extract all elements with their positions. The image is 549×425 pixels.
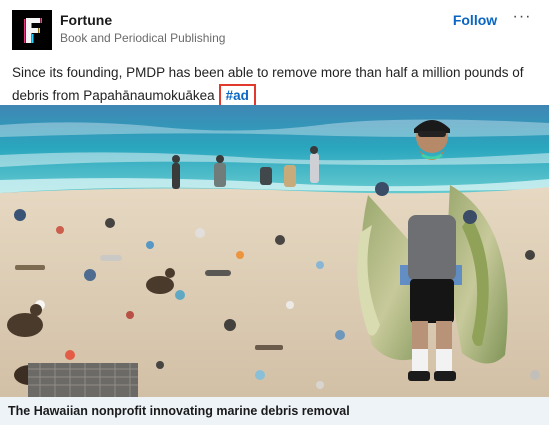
article-link-bar[interactable]: The Hawaiian nonprofit innovating marine… <box>0 397 549 425</box>
author-subtitle: Book and Periodical Publishing <box>60 31 226 45</box>
post-image[interactable] <box>0 105 549 397</box>
post-text: Since its founding, PMDP has been able t… <box>12 62 542 108</box>
article-title[interactable]: The Hawaiian nonprofit innovating marine… <box>8 404 350 418</box>
more-options-icon[interactable]: ··· <box>506 8 538 30</box>
post-header: Fortune Book and Periodical Publishing F… <box>0 0 549 58</box>
follow-button[interactable]: Follow <box>446 9 504 31</box>
fortune-logo[interactable] <box>12 10 52 50</box>
author-name[interactable]: Fortune <box>60 12 112 28</box>
post-body: Since its founding, PMDP has been able t… <box>12 65 524 103</box>
hashtag-link[interactable]: #ad <box>226 88 249 103</box>
fortune-f-icon <box>12 10 52 50</box>
beach-cleanup-photo <box>0 105 549 397</box>
